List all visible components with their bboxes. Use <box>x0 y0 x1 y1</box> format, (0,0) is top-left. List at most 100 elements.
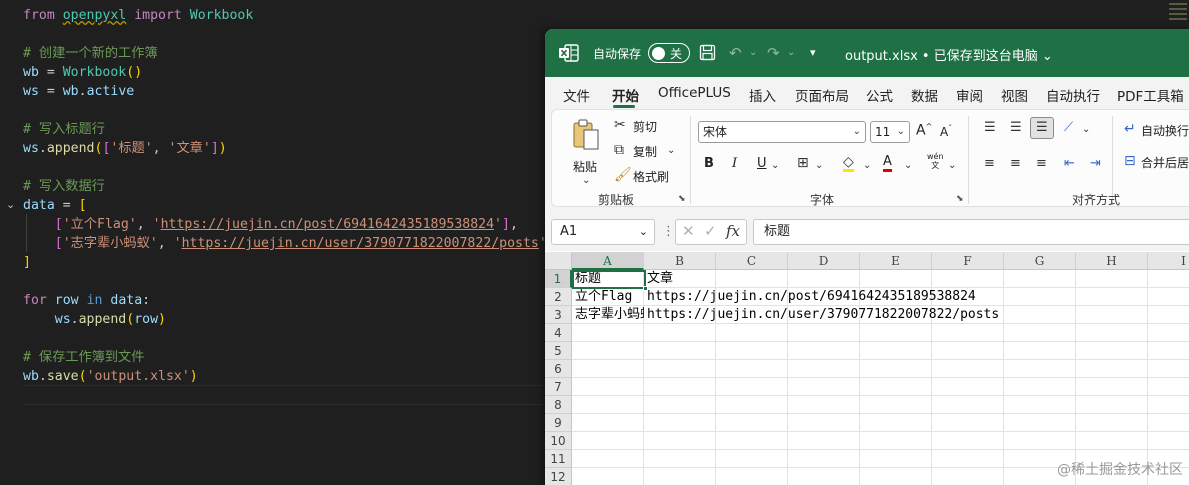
code-line[interactable]: ['志字辈小蚂蚁', 'https://juejin.cn/user/37907… <box>23 234 555 253</box>
cell-B3[interactable]: https://juejin.cn/user/3790771822007822/… <box>644 306 999 324</box>
column-header[interactable]: A <box>572 252 644 270</box>
font-color-dropdown-icon[interactable]: ⌄ <box>904 158 912 174</box>
align-center-icon[interactable]: ≡ <box>1010 156 1021 172</box>
row-header[interactable]: 2 <box>545 288 572 306</box>
column-header[interactable]: F <box>932 252 1004 270</box>
paste-dropdown-icon[interactable]: ⌄ <box>582 173 590 189</box>
tab-pdf-toolbox[interactable]: PDF工具箱 <box>1117 85 1184 105</box>
row-header[interactable]: 4 <box>545 324 572 342</box>
underline-dropdown-icon[interactable]: ⌄ <box>771 158 779 174</box>
code-line[interactable]: ] <box>23 253 31 272</box>
scissors-icon[interactable]: ✂ <box>614 117 626 133</box>
code-line[interactable]: from openpyxl import Workbook <box>23 6 253 25</box>
copy-dropdown-icon[interactable]: ⌄ <box>667 143 675 159</box>
paste-icon[interactable] <box>572 118 602 152</box>
align-top-icon[interactable]: ☰ <box>984 120 996 136</box>
align-right-icon[interactable]: ≡ <box>1036 156 1047 172</box>
increase-indent-icon[interactable]: ⇥ <box>1090 156 1101 172</box>
row-header[interactable]: 6 <box>545 360 572 378</box>
tab-home[interactable]: 开始 <box>612 85 639 105</box>
font-color-button[interactable]: A <box>883 154 892 172</box>
code-line[interactable]: # 写入标题行 <box>23 120 105 139</box>
undo-icon[interactable]: ↶ <box>729 43 742 63</box>
fill-handle[interactable] <box>643 286 648 291</box>
tab-file[interactable]: 文件 <box>563 85 590 105</box>
wrap-text-icon[interactable]: ↵ <box>1124 121 1136 137</box>
code-line[interactable]: ws.append(['标题', '文章']) <box>23 139 227 158</box>
customize-toolbar-icon[interactable]: ▾ <box>810 43 816 63</box>
code-line[interactable]: for row in data: <box>23 291 150 310</box>
column-header[interactable]: E <box>860 252 932 270</box>
copy-button[interactable]: 复制 <box>633 143 657 160</box>
underline-button[interactable]: U <box>757 156 767 171</box>
more-options-icon[interactable]: ⋮ <box>662 224 675 239</box>
orientation-icon[interactable]: ⟋ <box>1064 120 1073 136</box>
code-line[interactable]: # 保存工作簿到文件 <box>23 348 144 367</box>
borders-icon[interactable]: ⊞ <box>797 155 809 171</box>
wrap-text-button[interactable]: 自动换行 <box>1141 122 1189 139</box>
fold-chevron-icon[interactable]: ⌄ <box>6 195 15 214</box>
format-painter-button[interactable]: 格式刷 <box>633 168 669 185</box>
row-header[interactable]: 8 <box>545 396 572 414</box>
format-painter-icon[interactable]: 🖌 <box>614 167 632 183</box>
row-header[interactable]: 11 <box>545 450 572 468</box>
tab-review[interactable]: 审阅 <box>956 85 983 105</box>
minimap[interactable] <box>1167 0 1189 30</box>
font-name-select[interactable]: 宋体 ⌄ <box>698 121 866 143</box>
italic-button[interactable]: I <box>732 156 737 171</box>
decrease-indent-icon[interactable]: ⇤ <box>1064 156 1075 172</box>
code-line[interactable]: ['立个Flag', 'https://juejin.cn/post/69416… <box>23 215 518 234</box>
code-line[interactable]: ws = wb.active <box>23 82 134 101</box>
column-header[interactable]: B <box>644 252 716 270</box>
insert-function-icon[interactable]: fx <box>726 222 740 240</box>
row-header[interactable]: 12 <box>545 468 572 485</box>
cell-B1[interactable]: 文章 <box>644 270 673 288</box>
code-line[interactable]: data = [ <box>23 196 87 215</box>
code-line[interactable]: # 创建一个新的工作簿 <box>23 44 158 63</box>
row-header[interactable]: 1 <box>545 270 572 288</box>
borders-dropdown-icon[interactable]: ⌄ <box>815 158 823 174</box>
undo-dropdown-icon[interactable]: ⌄ <box>749 43 757 63</box>
align-left-icon[interactable]: ≡ <box>984 156 995 172</box>
cell-A2[interactable]: 立个Flag <box>572 288 644 306</box>
phonetic-button[interactable]: wén 文 <box>927 152 944 170</box>
cancel-icon[interactable]: ✕ <box>682 222 695 240</box>
code-line[interactable]: # 写入数据行 <box>23 177 105 196</box>
row-header[interactable]: 3 <box>545 306 572 324</box>
merge-center-icon[interactable]: ⊟ <box>1124 153 1136 169</box>
autosave-toggle[interactable]: 关 <box>648 43 690 63</box>
copy-icon[interactable]: ⧉ <box>614 142 624 158</box>
code-line[interactable]: wb = Workbook() <box>23 63 142 82</box>
bold-button[interactable]: B <box>704 156 714 171</box>
align-middle-icon[interactable]: ☰ <box>1010 120 1022 136</box>
tab-officeplus[interactable]: OfficePLUS <box>658 85 731 101</box>
save-icon[interactable] <box>699 44 716 61</box>
spreadsheet-grid[interactable]: A B C D E F G H I 1 2 3 4 5 6 7 8 9 10 11 12 标题 文章 立个Flag https:… <box>545 252 1189 485</box>
clipboard-launcher-icon[interactable]: ⬊ <box>678 194 686 204</box>
tab-page-layout[interactable]: 页面布局 <box>795 85 849 105</box>
column-header[interactable]: D <box>788 252 860 270</box>
code-line[interactable]: ws.append(row) <box>23 310 166 329</box>
tab-formulas[interactable]: 公式 <box>866 85 893 105</box>
fill-color-dropdown-icon[interactable]: ⌄ <box>863 158 871 174</box>
code-line[interactable]: wb.save('output.xlsx') <box>23 367 198 386</box>
row-header[interactable]: 5 <box>545 342 572 360</box>
tab-view[interactable]: 视图 <box>1001 85 1028 105</box>
tab-data[interactable]: 数据 <box>911 85 938 105</box>
tab-automate[interactable]: 自动执行 <box>1046 85 1100 105</box>
row-header[interactable]: 10 <box>545 432 572 450</box>
column-header[interactable]: G <box>1004 252 1076 270</box>
redo-dropdown-icon[interactable]: ⌄ <box>787 43 795 63</box>
redo-icon[interactable]: ↷ <box>767 43 780 63</box>
row-header[interactable]: 9 <box>545 414 572 432</box>
tab-insert[interactable]: 插入 <box>749 85 776 105</box>
row-header[interactable]: 7 <box>545 378 572 396</box>
increase-font-button[interactable]: A^ <box>916 122 932 139</box>
phonetic-dropdown-icon[interactable]: ⌄ <box>948 158 956 174</box>
fill-color-icon[interactable]: ◇ <box>843 155 854 172</box>
select-all-corner[interactable] <box>545 252 572 270</box>
cell-B2[interactable]: https://juejin.cn/post/69416424351895388… <box>644 288 976 306</box>
name-box[interactable]: A1 ⌄ <box>551 219 655 245</box>
file-name[interactable]: output.xlsx • 已保存到这台电脑 ⌄ <box>845 45 1053 64</box>
orientation-dropdown-icon[interactable]: ⌄ <box>1082 122 1090 138</box>
